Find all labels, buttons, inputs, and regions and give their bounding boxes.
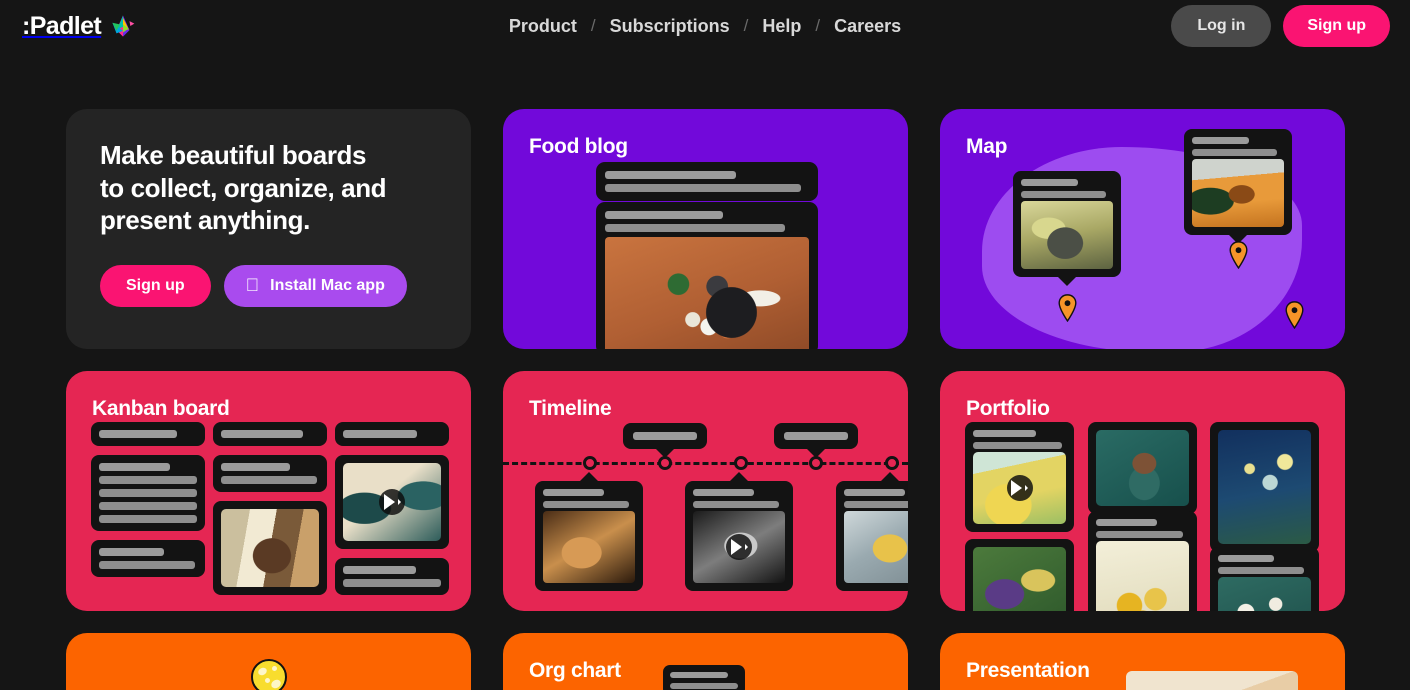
portfolio-card [1210,422,1319,552]
template-card-org-chart[interactable]: Org chart [503,633,908,690]
map-pin-icon[interactable] [1057,294,1078,322]
timeline-event-card [535,472,643,591]
timeline-node[interactable] [809,456,823,470]
map-popup-card [1184,129,1292,244]
template-card-food-blog[interactable]: Food blog [503,109,908,349]
stack-of-books-photo [221,509,319,587]
template-card-portfolio[interactable]: Portfolio [940,371,1345,611]
portfolio-card [1088,422,1197,514]
timeline-label-card [774,423,858,458]
template-card-timeline[interactable]: Timeline [503,371,908,611]
template-card-presentation[interactable]: Presentation [940,633,1345,690]
template-gallery-grid: Make beautiful boards to collect, organi… [0,52,1410,690]
hero-sign-up-button[interactable]: Sign up [100,264,211,307]
map-popup-card [1013,171,1121,286]
starry-night-photo [1218,430,1311,544]
template-card-kanban-board[interactable]: Kanban board [66,371,471,611]
timeline-node[interactable] [734,456,748,470]
card-title: Presentation [966,659,1090,682]
hero-actions: Sign up  Install Mac app [100,264,437,307]
nav-item-help[interactable]: Help [748,17,815,35]
nav-item-product[interactable]: Product [495,17,591,35]
timeline-node[interactable] [885,456,899,470]
golden-sculpture-photo [844,511,908,583]
install-mac-app-button[interactable]:  Install Mac app [223,264,407,307]
apple-logo-icon:  [246,276,260,294]
template-card-moon[interactable] [66,633,471,690]
hero-heading: Make beautiful boards to collect, organi… [100,140,387,235]
elephant-photo [1021,201,1113,269]
card-title: Org chart [529,659,621,682]
cleopatra-photo [543,511,635,583]
portfolio-card [1088,511,1197,611]
portfolio-card [965,539,1074,611]
nav-item-subscriptions[interactable]: Subscriptions [596,17,744,35]
portfolio-card [1210,547,1319,611]
card-title: Timeline [529,397,612,420]
install-mac-app-label: Install Mac app [256,276,385,294]
kanban-card-with-video [335,455,449,549]
map-pin-icon[interactable] [1284,301,1305,329]
auth-actions: Log in Sign up [1171,5,1390,47]
site-header: :Padlet Product / Subscriptions / Help /… [0,0,1410,52]
post-preview [596,162,818,201]
kanban-column [335,422,449,604]
card-title: Map [966,135,1008,158]
padlet-crane-logo-icon [112,15,135,37]
sushi-platter-photo [605,237,809,349]
kanban-card [213,455,327,492]
play-button-icon[interactable] [1006,475,1033,501]
portfolio-card-with-video [965,422,1074,532]
card-title: Food blog [529,135,628,158]
hero-card: Make beautiful boards to collect, organi… [66,109,471,349]
brand-wordmark: :Padlet [22,11,102,40]
sign-up-button[interactable]: Sign up [1283,5,1390,47]
kanban-card [213,422,327,446]
irises-photo [973,547,1066,611]
play-button-icon[interactable] [379,489,405,515]
lion-photo [1192,159,1284,227]
timeline-event-card-with-video [685,472,793,591]
card-title: Portfolio [966,397,1050,420]
moon-icon [250,659,287,690]
kanban-card [335,422,449,446]
main-navigation: Product / Subscriptions / Help / Careers [495,16,915,36]
play-button-icon[interactable] [726,534,752,560]
timeline-axis [503,462,908,465]
template-card-map[interactable]: Map [940,109,1345,349]
brand-home-link[interactable]: :Padlet [22,13,136,39]
nav-item-careers[interactable]: Careers [820,17,915,35]
kanban-card [91,455,205,531]
interior-room-photo [1126,671,1298,690]
kanban-card [91,422,205,446]
map-pin-icon[interactable] [1228,241,1249,269]
timeline-label-card [623,423,707,458]
van-gogh-self-portrait-photo [1096,430,1189,506]
card-title: Kanban board [92,397,230,420]
sunflowers-photo [1096,541,1189,611]
timeline-event-card [836,472,908,591]
kanban-column [91,422,205,586]
kanban-card-with-photo [213,501,327,595]
kanban-column [213,422,327,604]
org-chart-root-node [663,665,745,690]
almond-blossom-photo [1218,577,1311,611]
kanban-card [335,558,449,595]
timeline-node[interactable] [583,456,597,470]
kanban-card [91,540,205,577]
log-in-button[interactable]: Log in [1171,5,1272,47]
timeline-node[interactable] [658,456,672,470]
post-preview-with-photo [596,202,818,349]
